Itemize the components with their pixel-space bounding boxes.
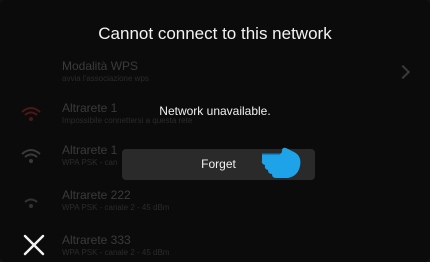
wifi-icon <box>21 149 41 163</box>
chevron-right-icon <box>395 64 411 80</box>
network-subtitle: WPA PSK - canale 2 - 45 dBm <box>62 248 170 257</box>
dialog-title: Cannot connect to this network <box>98 24 332 43</box>
close-icon[interactable] <box>21 232 47 258</box>
dialog-message: Network unavailable. <box>159 104 271 118</box>
network-name: Altrarete 333 <box>62 233 131 247</box>
app-window: Cannot connect to this network Modalità … <box>0 0 430 262</box>
wifi-weak-icon <box>24 198 38 208</box>
network-name: Altrarete 222 <box>62 188 131 202</box>
network-name: Altrarete 1 <box>62 143 118 157</box>
network-subtitle: WPA PSK - canale 2 - 45 dBm <box>62 203 170 212</box>
list-item-wps[interactable]: Modalità WPS avvia l'associazione wps <box>0 59 430 97</box>
pointing-hand-icon <box>261 147 301 178</box>
list-item-network[interactable]: Altrarete 333 WPA PSK - canale 2 - 45 dB… <box>0 233 430 262</box>
network-name: Modalità WPS <box>62 59 139 73</box>
network-subtitle: WPA PSK - can <box>62 158 118 167</box>
network-subtitle: avvia l'associazione wps <box>62 74 149 83</box>
list-item-network[interactable]: Altrarete 222 WPA PSK - canale 2 - 45 dB… <box>0 188 430 226</box>
